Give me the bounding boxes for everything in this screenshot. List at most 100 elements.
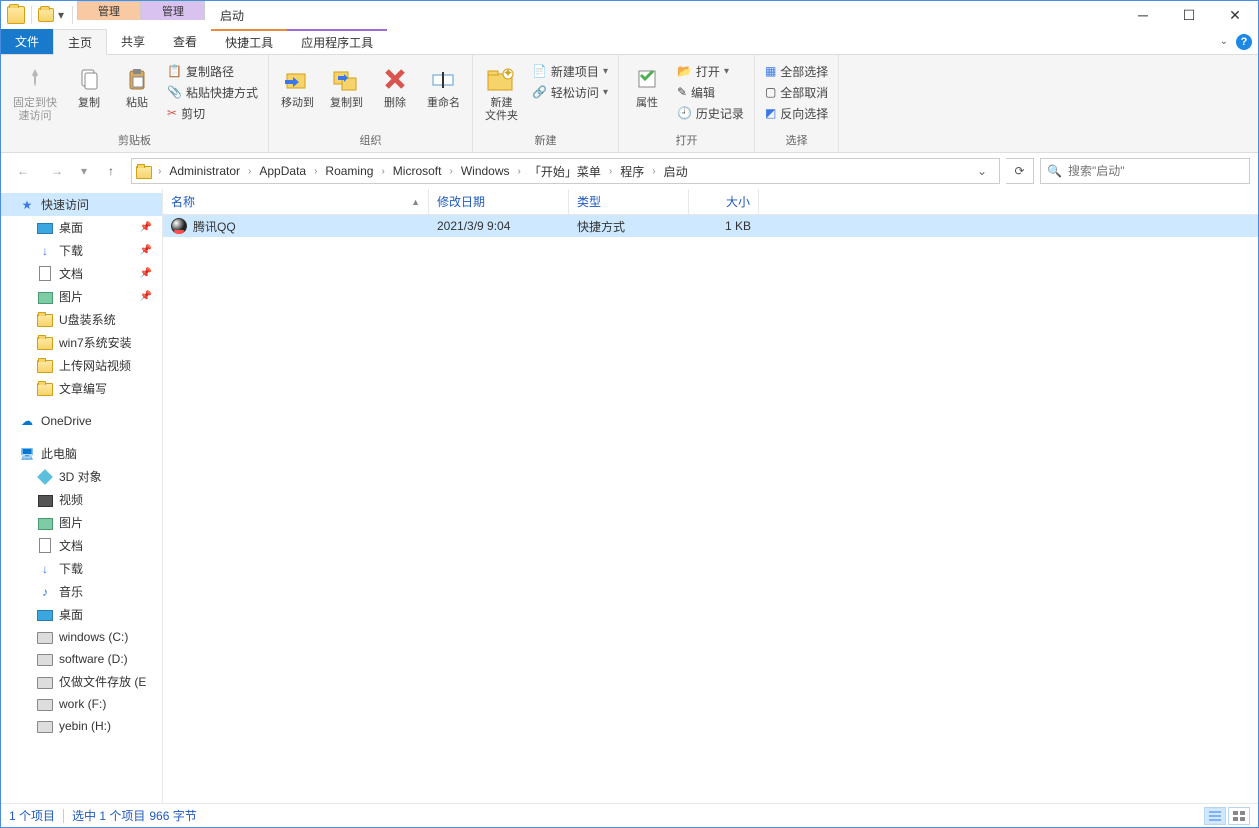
up-button[interactable]: ↑	[97, 157, 125, 185]
maximize-button[interactable]: ☐	[1166, 1, 1212, 29]
sb-icon	[37, 492, 53, 508]
copypath-icon: 📋	[167, 64, 182, 78]
select-none-button[interactable]: ▢全部取消	[761, 82, 832, 102]
status-bar: 1 个项目 选中 1 个项目 966 字节	[1, 803, 1258, 827]
select-all-button[interactable]: ▦全部选择	[761, 61, 832, 81]
tab-app-tools[interactable]: 应用程序工具	[287, 29, 387, 54]
delete-button[interactable]: 删除	[373, 61, 417, 112]
close-button[interactable]: ✕	[1212, 1, 1258, 29]
sidebar-item[interactable]: windows (C:)	[1, 626, 162, 648]
sidebar-item[interactable]: ↓下载📌	[1, 239, 162, 262]
breadcrumb[interactable]: AppData	[253, 159, 312, 183]
rename-icon	[427, 63, 459, 95]
breadcrumb[interactable]: Windows	[455, 159, 516, 183]
sidebar-item[interactable]: 桌面	[1, 603, 162, 626]
sidebar-item[interactable]: 文档📌	[1, 262, 162, 285]
sidebar-item[interactable]: 上传网站视频	[1, 354, 162, 377]
sidebar-item-quick-access[interactable]: ★快速访问	[1, 193, 162, 216]
sidebar-item-this-pc[interactable]: 🖥此电脑	[1, 442, 162, 465]
table-row[interactable]: 腾讯QQ2021/3/9 9:04快捷方式1 KB	[163, 215, 1258, 237]
app-icon[interactable]	[7, 6, 25, 24]
sidebar-item[interactable]: 图片	[1, 511, 162, 534]
details-view-button[interactable]	[1204, 807, 1226, 825]
refresh-button[interactable]: ⟳	[1006, 158, 1034, 184]
breadcrumb[interactable]: Microsoft	[387, 159, 448, 183]
sidebar-item[interactable]: ↓下载	[1, 557, 162, 580]
back-button[interactable]: ←	[9, 157, 37, 185]
sidebar-item-onedrive[interactable]: ☁OneDrive	[1, 410, 162, 432]
easy-access-button[interactable]: 🔗轻松访问▾	[528, 82, 612, 102]
minimize-button[interactable]: ─	[1120, 1, 1166, 29]
sidebar-item[interactable]: yebin (H:)	[1, 715, 162, 737]
column-header[interactable]: 名称▲	[163, 189, 429, 214]
help-icon[interactable]: ?	[1236, 34, 1252, 50]
sidebar-item[interactable]: U盘装系统	[1, 308, 162, 331]
rename-button[interactable]: 重命名	[421, 61, 466, 112]
sidebar-item[interactable]: ♪音乐	[1, 580, 162, 603]
copy-to-button[interactable]: 复制到	[324, 61, 369, 112]
column-header[interactable]: 大小	[689, 189, 759, 214]
tab-shortcut-tools[interactable]: 快捷工具	[211, 29, 287, 54]
chevron-right-icon[interactable]: ›	[156, 166, 163, 177]
qat-dropdown-icon[interactable]: ▾	[56, 4, 66, 26]
address-bar[interactable]: › Administrator›AppData›Roaming›Microsof…	[131, 158, 1000, 184]
sidebar-item[interactable]: 视频	[1, 488, 162, 511]
sidebar-item[interactable]: 图片📌	[1, 285, 162, 308]
qat-open-icon[interactable]	[38, 8, 54, 22]
open-button[interactable]: 📂打开▾	[673, 61, 748, 81]
paste-button[interactable]: 粘贴	[115, 61, 159, 112]
group-select-label: 选择	[761, 132, 832, 150]
sidebar-item[interactable]: 文档	[1, 534, 162, 557]
breadcrumb[interactable]: 程序	[614, 159, 650, 183]
forward-button[interactable]: →	[43, 157, 71, 185]
tab-share[interactable]: 共享	[107, 29, 159, 54]
new-item-button[interactable]: 📄新建项目▾	[528, 61, 612, 81]
breadcrumb[interactable]: Administrator	[163, 159, 246, 183]
paste-shortcut-button[interactable]: 📎粘贴快捷方式	[163, 82, 262, 102]
copy-path-button[interactable]: 📋复制路径	[163, 61, 262, 81]
chevron-right-icon[interactable]: ›	[379, 166, 386, 177]
search-input[interactable]	[1068, 164, 1243, 178]
move-to-button[interactable]: 移动到	[275, 61, 320, 112]
sidebar-item[interactable]: win7系统安装	[1, 331, 162, 354]
tab-home[interactable]: 主页	[53, 29, 107, 55]
column-header[interactable]: 类型	[569, 189, 689, 214]
file-rows[interactable]: 腾讯QQ2021/3/9 9:04快捷方式1 KB	[163, 215, 1258, 803]
addr-dropdown-icon[interactable]: ⌄	[969, 164, 995, 178]
cut-button[interactable]: ✂剪切	[163, 103, 262, 123]
sidebar-item[interactable]: 文章编写	[1, 377, 162, 400]
sidebar-item[interactable]: software (D:)	[1, 648, 162, 670]
invert-selection-button[interactable]: ◩反向选择	[761, 103, 832, 123]
recent-dropdown-icon[interactable]: ▾	[77, 157, 91, 185]
new-folder-button[interactable]: ✦新建 文件夹	[479, 61, 524, 125]
sb-icon	[37, 607, 53, 623]
chevron-right-icon[interactable]: ›	[516, 166, 523, 177]
thumbnails-view-button[interactable]	[1228, 807, 1250, 825]
history-button[interactable]: 🕘历史记录	[673, 103, 748, 123]
breadcrumb[interactable]: 启动	[658, 159, 694, 183]
sidebar-item[interactable]: 仅做文件存放 (E	[1, 670, 162, 693]
breadcrumb[interactable]: 「开始」菜单	[523, 159, 607, 183]
chevron-right-icon[interactable]: ›	[650, 166, 657, 177]
edit-button[interactable]: ✎编辑	[673, 82, 748, 102]
properties-button[interactable]: 属性	[625, 61, 669, 112]
sidebar-item[interactable]: work (F:)	[1, 693, 162, 715]
ribbon-collapse-icon[interactable]: ⌄	[1220, 36, 1228, 47]
sidebar-item[interactable]: 桌面📌	[1, 216, 162, 239]
tab-view[interactable]: 查看	[159, 29, 211, 54]
chevron-right-icon[interactable]: ›	[607, 166, 614, 177]
pin-to-quick-button[interactable]: 固定到快 速访问	[7, 61, 63, 125]
chevron-right-icon[interactable]: ›	[312, 166, 319, 177]
chevron-right-icon[interactable]: ›	[447, 166, 454, 177]
chevron-right-icon[interactable]: ›	[246, 166, 253, 177]
navigation-pane[interactable]: ★快速访问 桌面📌↓下载📌文档📌图片📌U盘装系统win7系统安装上传网站视频文章…	[1, 189, 163, 803]
search-box[interactable]: 🔍	[1040, 158, 1250, 184]
breadcrumb[interactable]: Roaming	[319, 159, 379, 183]
sidebar-item-label: 文章编写	[59, 380, 107, 397]
column-header[interactable]: 修改日期	[429, 189, 569, 214]
tab-file[interactable]: 文件	[1, 29, 53, 54]
sidebar-item[interactable]: 3D 对象	[1, 465, 162, 488]
group-organize-label: 组织	[275, 132, 466, 150]
copy-button[interactable]: 复制	[67, 61, 111, 112]
sidebar-item-label: work (F:)	[59, 697, 106, 711]
